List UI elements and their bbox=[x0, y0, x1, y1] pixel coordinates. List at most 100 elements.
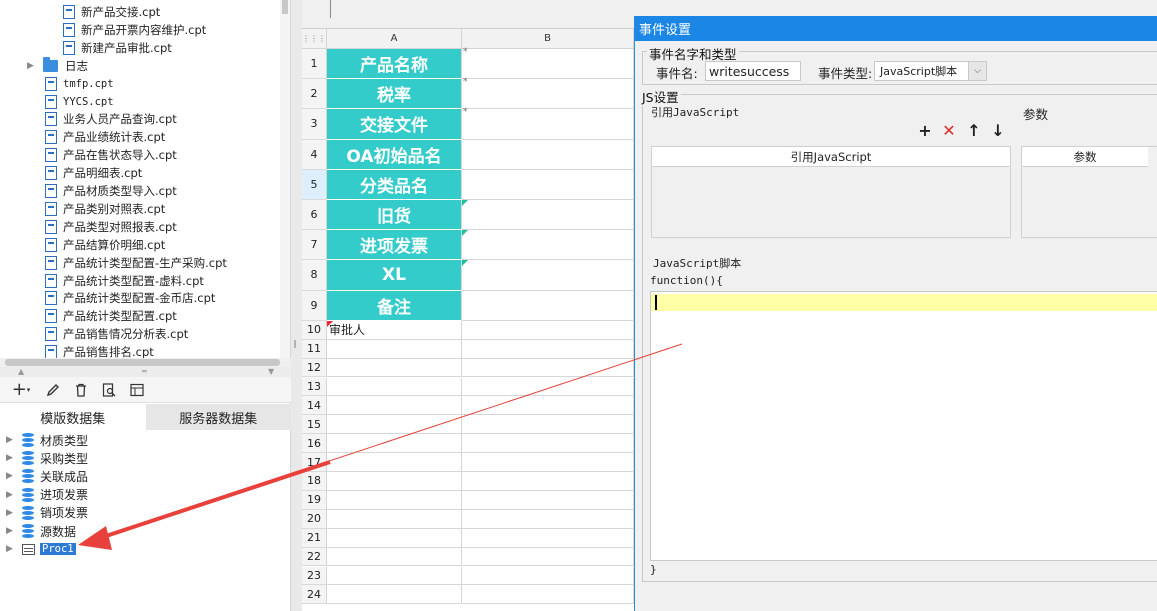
header-cell[interactable]: 备注 bbox=[327, 290, 462, 321]
row-header[interactable]: 6 bbox=[302, 200, 327, 231]
drag-handle-icon[interactable]: ═ bbox=[142, 367, 147, 376]
tree-file[interactable]: 产品类型对照报表.cpt bbox=[45, 218, 177, 236]
row-header[interactable]: 23 bbox=[302, 566, 327, 586]
grid-cell[interactable] bbox=[462, 528, 634, 548]
dataset-item[interactable]: ▶ 源数据 bbox=[6, 522, 76, 540]
grid-cell[interactable] bbox=[462, 472, 634, 491]
spreadsheet-grid[interactable]: ⋮⋮⋮ A B 1 产品名称 * 2 税率 * 3 交接文件 * 4 OA初始品名 5 分类品名 6 旧货 7… bbox=[302, 29, 634, 611]
row-header[interactable]: 20 bbox=[302, 509, 327, 529]
chevron-right-icon[interactable]: ▶ bbox=[6, 508, 16, 518]
grid-cell[interactable]: * bbox=[462, 107, 634, 140]
tree-file[interactable]: 产品业绩统计表.cpt bbox=[45, 128, 165, 146]
header-cell[interactable]: OA初始品名 bbox=[327, 139, 462, 170]
tree-file[interactable]: 产品材质类型导入.cpt bbox=[45, 182, 177, 200]
grid-cell[interactable] bbox=[327, 566, 462, 586]
event-name-input[interactable]: writesuccess bbox=[705, 61, 801, 81]
row-header[interactable]: 1 bbox=[302, 49, 327, 80]
tree-file[interactable]: 产品类别对照表.cpt bbox=[45, 200, 165, 218]
row-header[interactable]: 16 bbox=[302, 434, 327, 454]
tree-vertical-scrollbar[interactable] bbox=[280, 0, 290, 358]
row-header[interactable]: 11 bbox=[302, 339, 327, 359]
grid-cell[interactable] bbox=[462, 434, 634, 454]
delete-dataset-button[interactable] bbox=[72, 381, 90, 399]
dataset-item[interactable]: ▶ 材质类型 bbox=[6, 431, 88, 449]
approver-cell[interactable]: 审批人 bbox=[327, 320, 462, 340]
tab-server-datasets[interactable]: 服务器数据集 bbox=[145, 404, 291, 430]
grid-cell[interactable] bbox=[462, 320, 634, 340]
row-header[interactable]: 8 bbox=[302, 260, 327, 291]
reference-js-table[interactable]: 引用JavaScript bbox=[651, 146, 1011, 238]
grid-cell[interactable] bbox=[327, 434, 462, 454]
row-header[interactable]: 3 bbox=[302, 109, 327, 140]
grid-cell[interactable] bbox=[327, 472, 462, 491]
grid-cell[interactable] bbox=[462, 585, 634, 605]
row-header[interactable]: 4 bbox=[302, 139, 327, 170]
column-header-b[interactable]: B bbox=[462, 29, 634, 49]
grid-cell[interactable] bbox=[327, 415, 462, 435]
dialog-titlebar[interactable]: 事件设置 bbox=[635, 16, 1157, 41]
tree-file[interactable]: 产品销售情况分析表.cpt bbox=[45, 325, 188, 343]
row-header[interactable]: 9 bbox=[302, 290, 327, 321]
header-cell[interactable]: 分类品名 bbox=[327, 169, 462, 200]
chevron-right-icon[interactable]: ▶ bbox=[6, 490, 16, 500]
tab-template-datasets[interactable]: 模版数据集 bbox=[0, 404, 146, 430]
tree-file[interactable]: 产品结算价明细.cpt bbox=[45, 236, 165, 254]
grid-cell[interactable] bbox=[462, 547, 634, 567]
collapse-up-icon[interactable]: ▲ bbox=[18, 367, 24, 376]
preview-dataset-button[interactable] bbox=[100, 381, 118, 399]
chevron-right-icon[interactable]: ▶ bbox=[6, 453, 16, 463]
dataset-item[interactable]: ▶ 进项发票 bbox=[6, 486, 88, 504]
header-cell[interactable]: 旧货 bbox=[327, 200, 462, 231]
add-reference-button[interactable]: + bbox=[917, 121, 933, 140]
tree-file[interactable]: YYCS.cpt bbox=[45, 93, 114, 111]
header-cell[interactable]: XL bbox=[327, 260, 462, 291]
header-cell[interactable]: 税率 bbox=[327, 79, 462, 110]
resize-handle-icon[interactable]: ‖ bbox=[293, 339, 297, 348]
row-header[interactable]: 13 bbox=[302, 377, 327, 397]
chevron-right-icon[interactable]: ▶ bbox=[6, 544, 16, 554]
chevron-right-icon[interactable]: ▶ bbox=[6, 435, 16, 445]
row-header[interactable]: 15 bbox=[302, 415, 327, 435]
panel-divider[interactable]: ‖ bbox=[291, 0, 302, 611]
grid-cell[interactable] bbox=[462, 415, 634, 435]
dataset-item[interactable]: ▶ 采购类型 bbox=[6, 449, 88, 467]
row-header[interactable]: 17 bbox=[302, 453, 327, 472]
row-header[interactable]: 10 bbox=[302, 320, 327, 340]
row-header[interactable]: 2 bbox=[302, 79, 327, 110]
tree-file[interactable]: 新产品交接.cpt bbox=[63, 3, 160, 21]
row-header[interactable]: 7 bbox=[302, 230, 327, 261]
row-header[interactable]: 22 bbox=[302, 547, 327, 567]
edit-dataset-button[interactable] bbox=[44, 381, 62, 399]
chevron-right-icon[interactable]: ▶ bbox=[27, 61, 37, 71]
event-type-select[interactable]: JavaScript脚本 ⌵ bbox=[874, 61, 987, 81]
tree-file[interactable]: 产品在售状态导入.cpt bbox=[45, 146, 177, 164]
header-cell[interactable]: 产品名称 bbox=[327, 49, 462, 80]
grid-cell[interactable] bbox=[462, 169, 634, 200]
grid-cell[interactable] bbox=[462, 339, 634, 359]
chevron-right-icon[interactable]: ▶ bbox=[6, 526, 16, 536]
header-cell[interactable]: 进项发票 bbox=[327, 230, 462, 261]
panel-splitter[interactable]: ▲ ═ ▼ bbox=[0, 367, 291, 377]
move-down-button[interactable]: ↓ bbox=[990, 121, 1006, 140]
row-header[interactable]: 18 bbox=[302, 472, 327, 491]
dataset-settings-button[interactable] bbox=[128, 381, 146, 399]
remove-reference-button[interactable]: ✕ bbox=[941, 121, 957, 140]
grid-cell[interactable] bbox=[462, 358, 634, 378]
grid-cell[interactable] bbox=[327, 509, 462, 529]
tree-file[interactable]: tmfp.cpt bbox=[45, 75, 114, 93]
grid-cell[interactable] bbox=[327, 358, 462, 378]
tree-file[interactable]: 新建产品审批.cpt bbox=[63, 39, 172, 57]
add-dataset-button[interactable]: + ▾ bbox=[8, 379, 34, 400]
tree-file[interactable]: 产品销售排名.cpt bbox=[45, 343, 154, 358]
tree-file[interactable]: 产品统计类型配置-金币店.cpt bbox=[45, 289, 215, 307]
grid-cell[interactable] bbox=[327, 377, 462, 397]
dataset-item[interactable]: ▶ Proc1 bbox=[6, 540, 76, 558]
grid-cell[interactable] bbox=[327, 547, 462, 567]
dataset-item[interactable]: ▶ 销项发票 bbox=[6, 504, 88, 522]
grid-cell[interactable]: * bbox=[462, 47, 634, 80]
row-header[interactable]: 14 bbox=[302, 396, 327, 416]
collapse-down-icon[interactable]: ▼ bbox=[268, 367, 274, 376]
row-header[interactable]: 19 bbox=[302, 490, 327, 510]
row-header[interactable]: 5 bbox=[302, 169, 327, 200]
chevron-right-icon[interactable]: ▶ bbox=[6, 471, 16, 481]
